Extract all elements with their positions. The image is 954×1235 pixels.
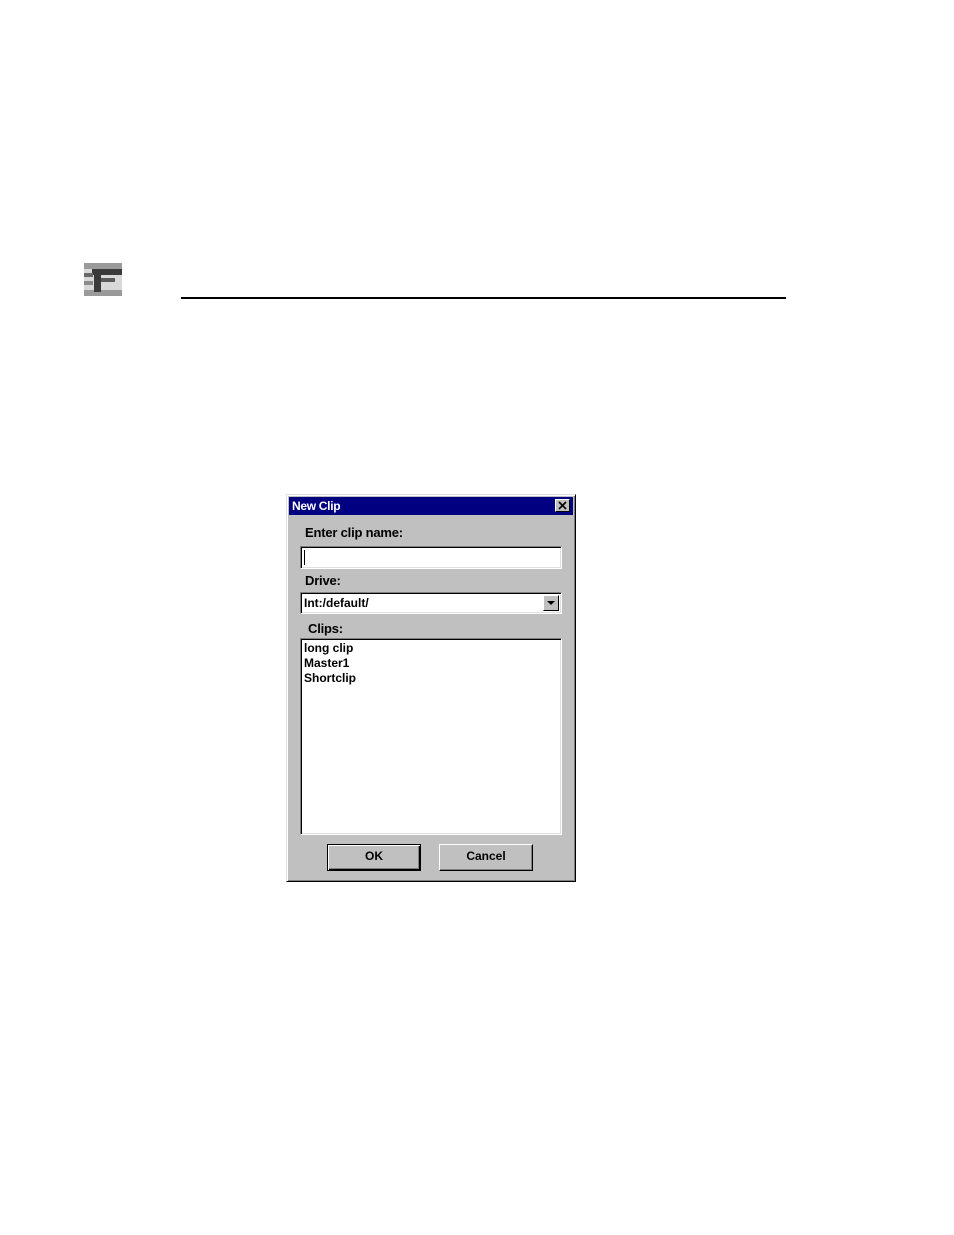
- drive-select[interactable]: Int:/default/: [300, 592, 562, 614]
- chevron-down-icon: [547, 601, 555, 605]
- close-button[interactable]: [555, 499, 570, 512]
- cancel-label-rest: ancel: [474, 849, 506, 863]
- text-caret: [304, 550, 305, 565]
- clips-label: Clips:: [308, 621, 343, 636]
- close-icon: [558, 501, 567, 510]
- ok-mnemonic: O: [364, 849, 375, 863]
- clips-listbox[interactable]: long clip Master1 Shortclip: [300, 638, 562, 835]
- clip-name-label: Enter clip name:: [305, 525, 403, 540]
- clip-name-input[interactable]: [301, 547, 561, 568]
- dialog-title: New Clip: [292, 499, 341, 513]
- new-clip-dialog: New Clip Enter clip name: Drive: Int:/de…: [286, 494, 576, 882]
- cancel-button[interactable]: Cancel: [439, 844, 533, 871]
- company-logo-icon: [84, 263, 122, 296]
- clip-name-field[interactable]: [300, 546, 562, 569]
- ok-button[interactable]: OK: [327, 844, 421, 871]
- drive-selected-value: Int:/default/: [304, 596, 369, 610]
- list-item[interactable]: Shortclip: [304, 671, 356, 686]
- dialog-titlebar[interactable]: New Clip: [289, 497, 573, 515]
- cancel-mnemonic: C: [466, 849, 475, 863]
- list-item[interactable]: Master1: [304, 656, 349, 671]
- drive-label: Drive:: [305, 573, 341, 588]
- ok-label-rest: K: [374, 849, 383, 863]
- list-item[interactable]: long clip: [304, 641, 353, 656]
- header-rule: [181, 297, 786, 299]
- drive-dropdown-button[interactable]: [543, 595, 559, 611]
